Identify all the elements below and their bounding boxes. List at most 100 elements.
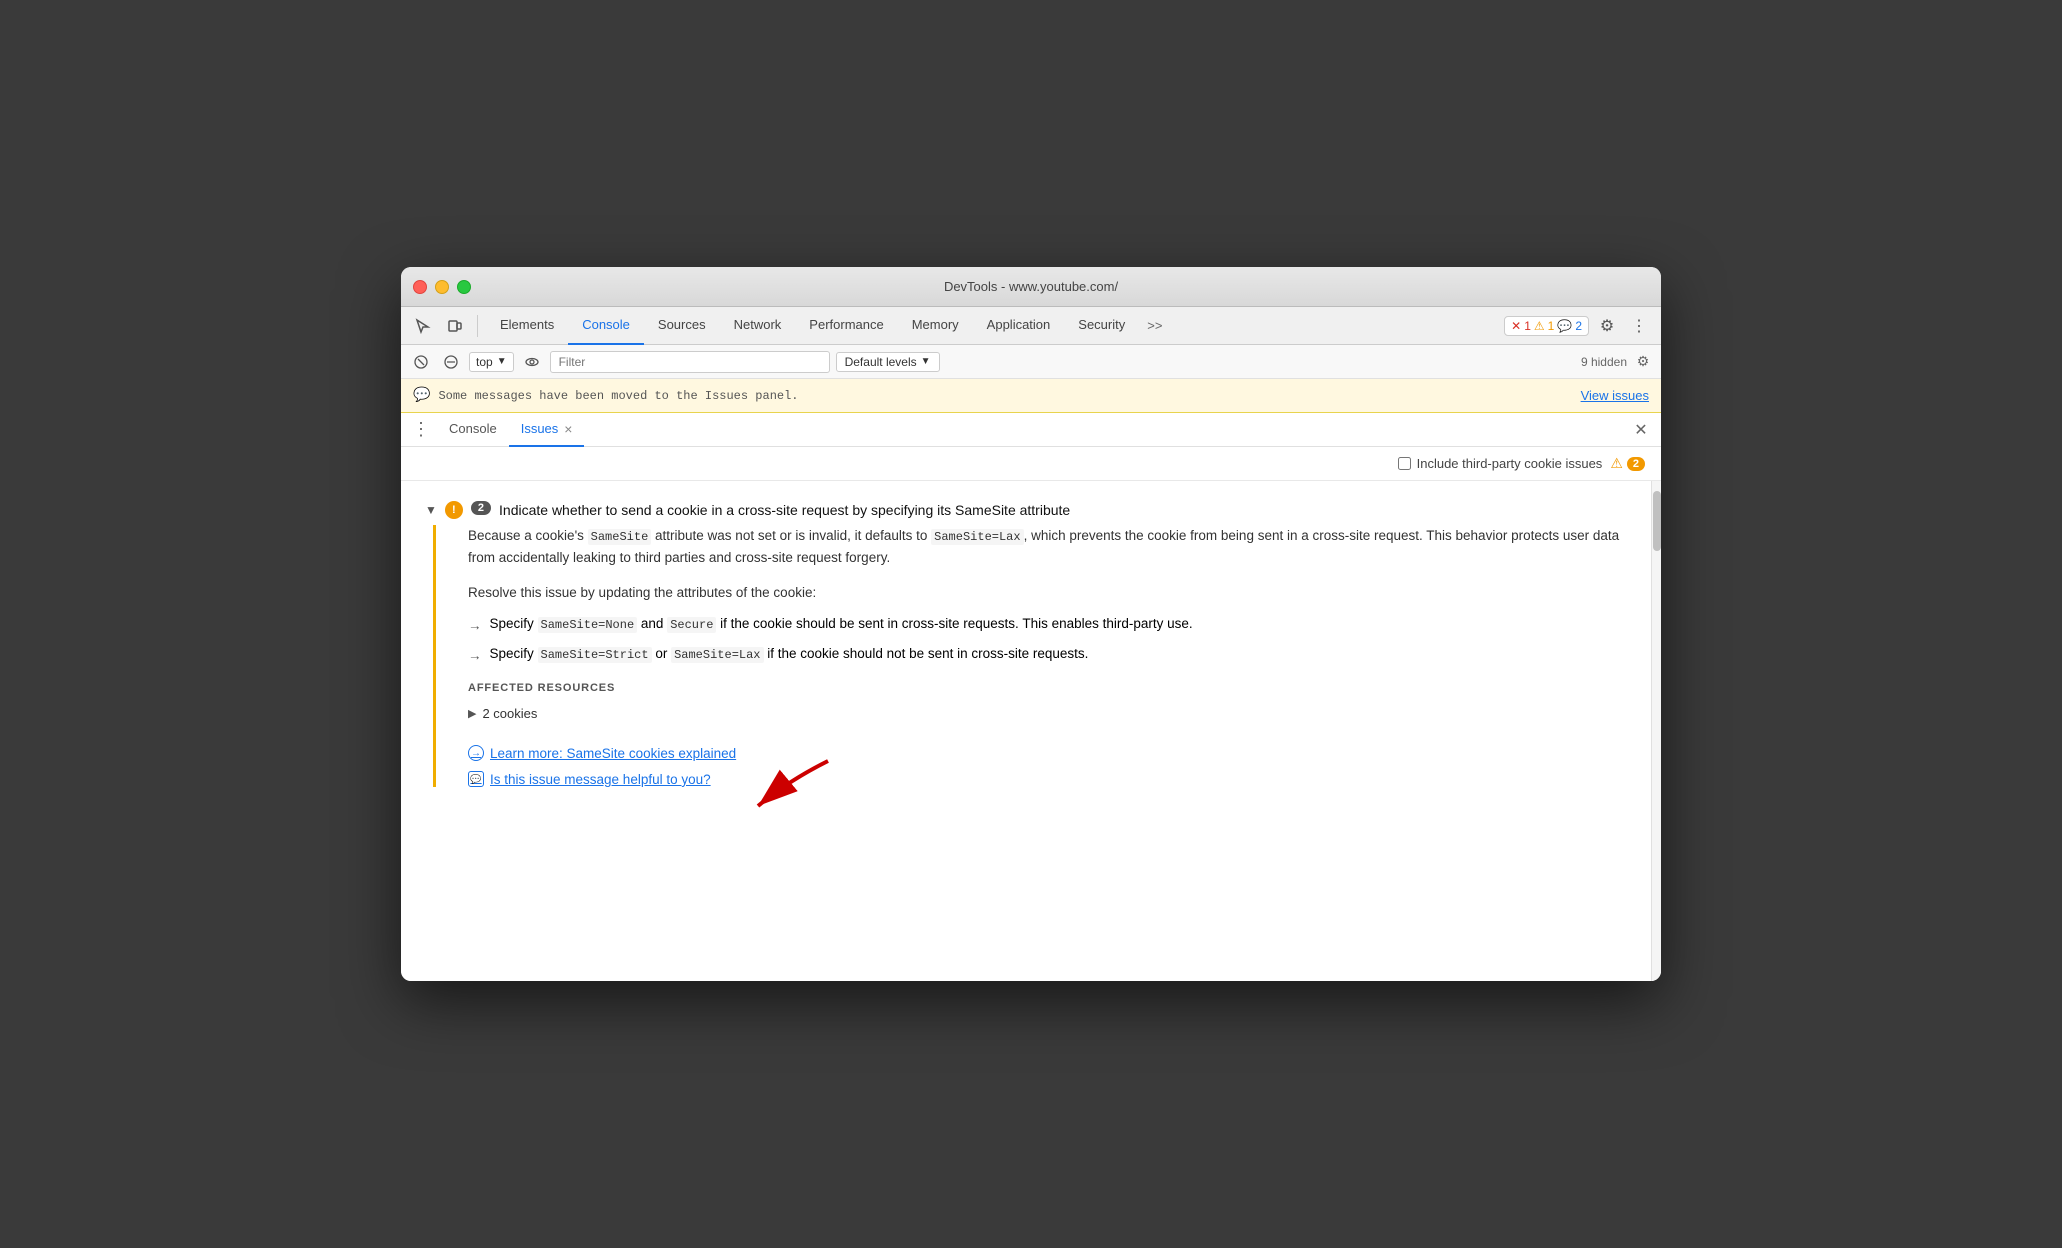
third-party-label: Include third-party cookie issues [1417,456,1603,471]
inner-tabs: ⋮ Console Issues × ✕ [401,413,1661,447]
issue-count-badge: 2 [1627,457,1645,471]
toolbar-badges: ✕ 1 ⚠ 1 💬 2 ⚙ ⋮ [1504,312,1653,340]
feedback-icon: 💬 [468,771,484,787]
panel-close-button[interactable]: ✕ [1629,418,1653,442]
code-samesite-lax-2: SameSite=Lax [671,647,763,663]
issue-detail: Because a cookie's SameSite attribute wa… [433,525,1641,788]
warning-badge-wrapper: ⚠ 2 [1610,455,1645,472]
code-samesite-none: SameSite=None [538,617,638,633]
tab-console[interactable]: Console [568,307,644,345]
toolbar-divider [477,315,478,337]
settings-button[interactable]: ⚙ [1593,312,1621,340]
learn-more-text: Learn more: SameSite cookies explained [490,746,736,761]
devtools-window: DevTools - www.youtube.com/ Elements Con… [401,267,1661,981]
tab-elements[interactable]: Elements [486,307,568,345]
levels-chevron-icon: ▼ [921,356,931,367]
eye-button[interactable] [520,350,544,374]
affected-label: AFFECTED RESOURCES [468,682,1641,694]
warning-icon: ⚠ [1534,319,1545,333]
inner-tabs-right: ✕ [1629,418,1653,442]
code-samesite: SameSite [588,529,652,545]
tab-sources[interactable]: Sources [644,307,720,345]
code-secure: Secure [667,617,716,633]
main-content: ▼ ! 2 Indicate whether to send a cookie … [401,481,1661,981]
issues-bar: 💬 Some messages have been moved to the I… [401,379,1661,413]
tab-performance[interactable]: Performance [795,307,897,345]
issue-description-2: Resolve this issue by updating the attri… [468,582,1641,604]
bullet-item-2: → Specify SameSite=Strict or SameSite=La… [468,644,1641,666]
cookies-count-text: 2 cookies [482,706,537,721]
third-party-checkbox-wrapper[interactable]: Include third-party cookie issues [1398,456,1603,471]
helpful-link[interactable]: 💬 Is this issue message helpful to you? [468,771,1641,787]
inner-tab-console[interactable]: Console [437,413,509,447]
info-icon: 💬 [1557,319,1572,333]
inspect-element-button[interactable] [409,312,437,340]
issues-bar-message: 💬 Some messages have been moved to the I… [413,387,799,404]
devtools-toolbar: Elements Console Sources Network Perform… [401,307,1661,345]
hidden-count-area: 9 hidden ⚙ [1581,352,1653,372]
affected-resources: AFFECTED RESOURCES ▶ 2 cookies [468,682,1641,725]
more-options-button[interactable]: ⋮ [1625,312,1653,340]
minimize-button[interactable] [435,280,449,294]
filter-input[interactable] [550,351,830,373]
inner-tab-issues[interactable]: Issues × [509,413,585,447]
hidden-count-text: 9 hidden [1581,355,1627,369]
helpful-wrapper: 💬 Is this issue message helpful to you? [468,771,1641,787]
warning-icon-small: ⚠ [1610,455,1623,472]
traffic-lights [413,280,471,294]
info-count: 2 [1575,319,1582,333]
issues-bar-text: Some messages have been moved to the Iss… [438,389,798,403]
info-bubble-icon: 💬 [413,387,430,404]
more-tabs-button[interactable]: >> [1139,318,1170,333]
scrollbar-track[interactable] [1651,481,1661,981]
tab-memory[interactable]: Memory [898,307,973,345]
main-content-wrapper: ▼ ! 2 Indicate whether to send a cookie … [401,481,1661,981]
learn-more-wrapper: → Learn more: SameSite cookies explained [468,745,1641,761]
code-samesite-lax: SameSite=Lax [931,529,1023,545]
close-button[interactable] [413,280,427,294]
learn-more-link[interactable]: → Learn more: SameSite cookies explained [468,745,1641,761]
device-mode-button[interactable] [441,312,469,340]
tab-application[interactable]: Application [973,307,1065,345]
error-count: 1 [1524,319,1531,333]
error-icon: ✕ [1511,319,1521,333]
filter-settings-button[interactable]: ⚙ [1633,352,1653,372]
context-selector[interactable]: top ▼ [469,352,514,372]
context-value: top [476,355,493,369]
issue-chevron-icon[interactable]: ▼ [425,503,437,517]
view-issues-link[interactable]: View issues [1581,388,1649,403]
window-title: DevTools - www.youtube.com/ [944,279,1118,294]
issue-header-row: ▼ ! 2 Indicate whether to send a cookie … [421,501,1641,521]
chevron-down-icon: ▼ [497,356,507,367]
bullet-arrow-1: → [468,616,482,636]
tab-security[interactable]: Security [1064,307,1139,345]
title-bar: DevTools - www.youtube.com/ [401,267,1661,307]
bullet-item-1: → Specify SameSite=None and Secure if th… [468,614,1641,636]
cookies-item[interactable]: ▶ 2 cookies [468,702,1641,725]
levels-selector[interactable]: Default levels ▼ [836,352,940,372]
error-badge-group[interactable]: ✕ 1 ⚠ 1 💬 2 [1504,316,1589,336]
code-samesite-strict: SameSite=Strict [538,647,652,663]
issue-count-badge: 2 [471,501,491,515]
issue-bullet-list: → Specify SameSite=None and Secure if th… [468,614,1641,667]
external-link-icon: → [468,745,484,761]
issue-title: Indicate whether to send a cookie in a c… [499,501,1070,521]
bullet-2-text: Specify SameSite=Strict or SameSite=Lax … [490,644,1089,664]
third-party-checkbox[interactable] [1398,457,1411,470]
maximize-button[interactable] [457,280,471,294]
issue-description-1: Because a cookie's SameSite attribute wa… [468,525,1641,569]
console-toolbar: top ▼ Default levels ▼ 9 hidden ⚙ [401,345,1661,379]
third-party-row: Include third-party cookie issues ⚠ 2 [401,447,1661,481]
helpful-text: Is this issue message helpful to you? [490,772,711,787]
scrollbar-thumb[interactable] [1653,491,1661,551]
tab-menu-button[interactable]: ⋮ [409,418,433,442]
clear-console-button[interactable] [409,350,433,374]
levels-label: Default levels [845,355,917,369]
bullet-1-text: Specify SameSite=None and Secure if the … [490,614,1193,634]
block-button[interactable] [439,350,463,374]
issue-warning-icon: ! [445,501,463,519]
bullet-arrow-2: → [468,646,482,666]
tab-network[interactable]: Network [720,307,796,345]
issues-tab-close[interactable]: × [564,421,572,437]
warning-count: 1 [1548,319,1555,333]
